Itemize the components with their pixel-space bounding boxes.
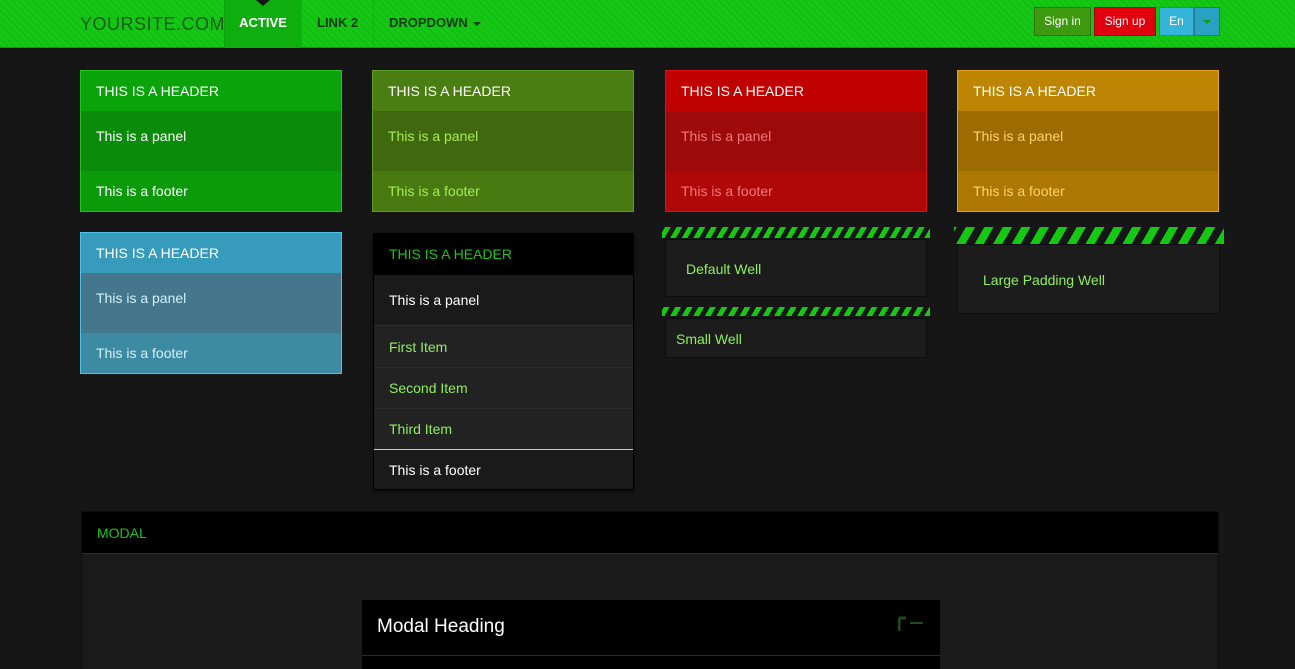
panel-header: This is a header — [373, 71, 633, 111]
sign-in-button[interactable]: Sign in — [1034, 7, 1091, 36]
panel-footer: This is a footer — [81, 171, 341, 211]
panel-footer: This is a footer — [81, 333, 341, 373]
navbar: YOURSITE.COM ACTIVE LINK 2 DROPDOWN Sign… — [0, 0, 1295, 48]
panel-footer: This is a footer — [958, 171, 1218, 211]
active-indicator — [256, 0, 270, 6]
language-button[interactable]: En — [1159, 7, 1194, 36]
list-panel: This is a header This is a panel First I… — [373, 233, 634, 490]
modal-divider — [362, 655, 940, 656]
nav-item-dropdown[interactable]: DROPDOWN — [373, 0, 496, 48]
large-padding-well: Large Padding Well — [957, 244, 1220, 314]
list-item[interactable]: First Item — [374, 327, 633, 368]
panel-info: This is a header This is a panel This is… — [80, 232, 342, 374]
panel-primary: This is a header This is a panel This is… — [372, 70, 634, 212]
brand-logo[interactable]: YOURSITE.COM — [80, 14, 225, 35]
panel-footer: This is a footer — [666, 171, 926, 211]
nav-item-label: ACTIVE — [239, 15, 287, 30]
language-dropdown-toggle[interactable] — [1194, 7, 1220, 36]
nav-item-label: LINK 2 — [317, 15, 359, 30]
list-item[interactable]: Third Item — [374, 409, 633, 450]
panel-footer: This is a footer — [374, 449, 633, 489]
hazard-stripe-decoration — [954, 227, 1224, 244]
default-well: Default Well — [665, 239, 927, 297]
panel-body: This is a panel — [81, 273, 341, 333]
panel-body: This is a panel — [666, 111, 926, 171]
small-well: Small Well — [665, 318, 927, 358]
panel-success: This is a header This is a panel This is… — [80, 70, 342, 212]
caret-down-icon — [1203, 19, 1211, 24]
panel-header: This is a header — [958, 71, 1218, 111]
panel-footer: This is a footer — [373, 171, 633, 211]
hazard-stripe-decoration — [662, 307, 930, 316]
modal-dialog: Modal Heading — [362, 600, 940, 669]
modal-section: Modal Modal Heading — [81, 511, 1219, 669]
panel-body: This is a panel — [81, 111, 341, 171]
hazard-stripe-decoration — [662, 227, 930, 238]
list-item[interactable]: Second Item — [374, 368, 633, 409]
close-icon[interactable] — [898, 616, 924, 632]
panel-danger: This is a header This is a panel This is… — [665, 70, 927, 212]
modal-heading: Modal Heading — [377, 616, 505, 637]
panel-header: This is a header — [81, 71, 341, 111]
panel-header: This is a header — [81, 233, 341, 273]
panel-header: This is a header — [666, 71, 926, 111]
nav-item-active[interactable]: ACTIVE — [224, 0, 301, 48]
panel-body: This is a panel — [958, 111, 1218, 171]
panel-body: This is a panel — [374, 275, 633, 326]
sign-up-button[interactable]: Sign up — [1094, 7, 1156, 36]
panel-body: This is a panel — [373, 111, 633, 171]
panel-warning: This is a header This is a panel This is… — [957, 70, 1219, 212]
caret-down-icon — [472, 21, 481, 26]
nav-item-link2[interactable]: LINK 2 — [301, 0, 373, 48]
nav-item-label: DROPDOWN — [389, 15, 468, 30]
section-header: Modal — [82, 512, 1218, 554]
panel-header: This is a header — [374, 234, 633, 275]
